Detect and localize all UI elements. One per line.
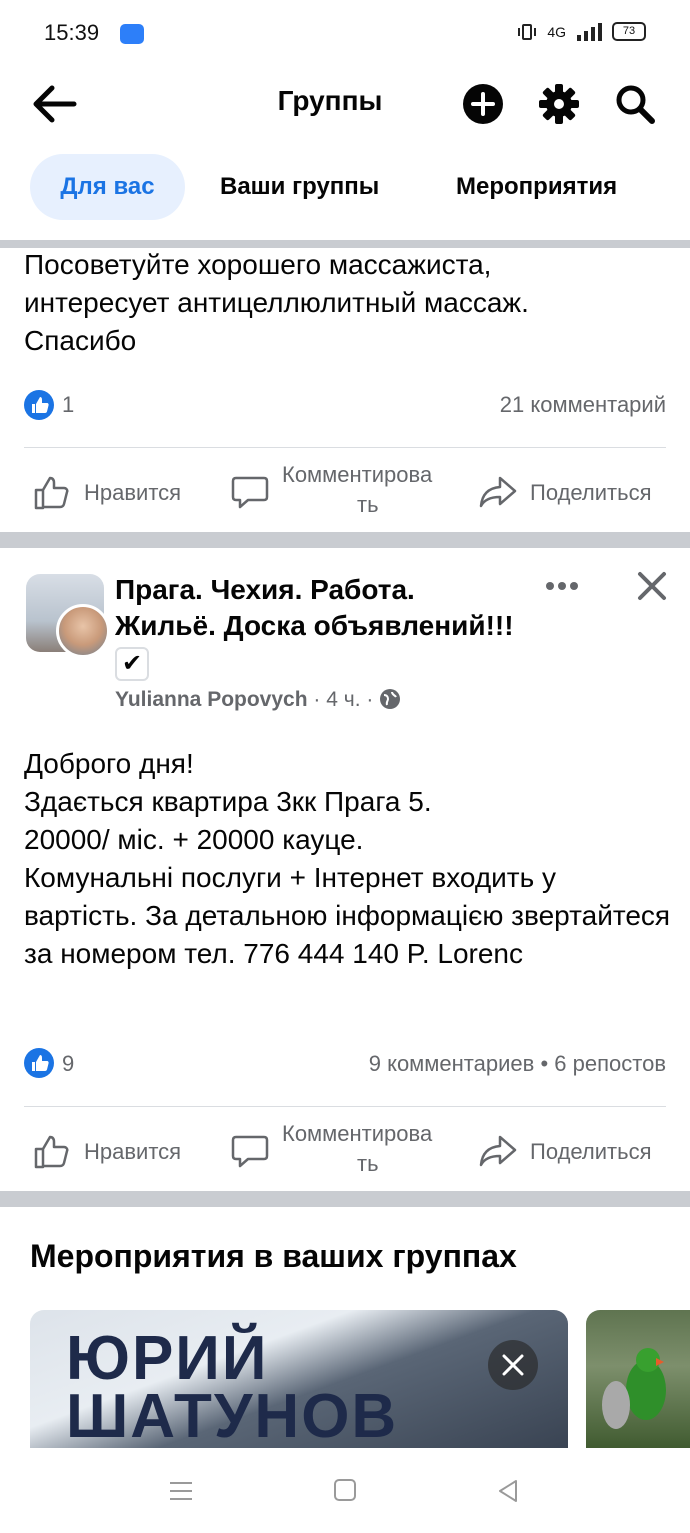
engagement-counts: 9 комментариев • 6 репостов [368,1051,666,1076]
like-count[interactable]: 1 [62,392,74,418]
events-section-title: Мероприятия в ваших группах [30,1238,517,1274]
globe-icon [380,689,401,709]
share-button[interactable]: Поделиться [478,468,678,518]
home-icon[interactable] [333,1478,357,1502]
divider [24,447,666,448]
like-reaction-icon [24,390,54,420]
comment-label-line2: ть [357,492,379,517]
like-label: Нравится [84,1139,182,1164]
thumbs-up-icon [34,1135,69,1169]
vibrate-icon [518,23,537,40]
comment-label-line2: ть [357,1151,379,1176]
share-icon [479,476,517,508]
share-label: Поделиться [530,480,652,505]
tab-your-groups[interactable]: Ваши группы [220,154,379,220]
tab-events[interactable]: Мероприятия [456,154,617,220]
author-avatar[interactable] [56,604,110,658]
comment-icon [231,1135,269,1168]
like-label: Нравится [84,480,182,505]
like-button[interactable]: Нравится [32,1127,202,1177]
event-card[interactable] [586,1310,690,1450]
gear-icon[interactable] [537,82,581,126]
event-card[interactable]: ЮРИЙ ШАТУНОВ [30,1310,568,1450]
event-image-text: ЮРИЙ ШАТУНОВ [66,1324,399,1450]
comment-count[interactable]: 9 комментариев [369,1051,535,1076]
status-indicators: 4G 73 [517,22,646,41]
thumbs-up-icon [34,476,69,510]
share-button[interactable]: Поделиться [478,1127,678,1177]
post-separator [0,532,690,548]
post-separator [0,1191,690,1207]
post-time[interactable]: 4 ч. [326,688,360,711]
close-icon[interactable] [488,1340,538,1390]
share-label: Поделиться [530,1139,652,1164]
system-navigation-bar [0,1448,690,1533]
post-text: Посоветуйте хорошего массажиста, интерес… [24,249,529,356]
post-text: Доброго дня! Здається квартира 3кк Прага… [24,748,671,969]
comment-label-line1: Комментирова [282,1121,433,1146]
network-label: 4G [547,23,566,40]
like-reaction-icon [24,1048,54,1078]
share-count[interactable]: 6 репостов [554,1051,666,1076]
back-nav-icon[interactable] [496,1478,520,1504]
more-options-icon[interactable] [544,578,580,594]
share-icon [479,1135,517,1167]
like-button[interactable]: Нравится [32,468,202,518]
close-icon[interactable] [634,568,670,604]
signal-icon [577,22,602,41]
like-count[interactable]: 9 [62,1051,74,1077]
verified-check-icon: ✔ [115,646,149,681]
parrot-image [602,1348,666,1429]
comment-button[interactable]: Комментирова ть [230,460,470,524]
search-icon[interactable] [613,82,657,126]
post-meta: Yulianna Popovych · 4 ч. · [115,688,401,712]
tab-for-you[interactable]: Для вас [30,154,185,220]
status-time: 15:39 [44,20,100,45]
divider [24,1106,666,1107]
comment-button[interactable]: Комментирова ть [230,1119,470,1183]
create-group-button[interactable] [461,82,505,126]
author-name[interactable]: Yulianna Popovych [115,688,308,711]
group-name[interactable]: Прага. Чехия. Работа. Жильё. Доска объяв… [115,572,515,681]
menu-icon[interactable] [168,1480,194,1502]
comment-count[interactable]: 21 комментарий [500,392,666,418]
android-notification-icon [120,24,144,44]
battery-icon: 73 [612,22,646,41]
comment-label-line1: Комментирова [282,462,433,487]
comment-icon [231,476,269,509]
